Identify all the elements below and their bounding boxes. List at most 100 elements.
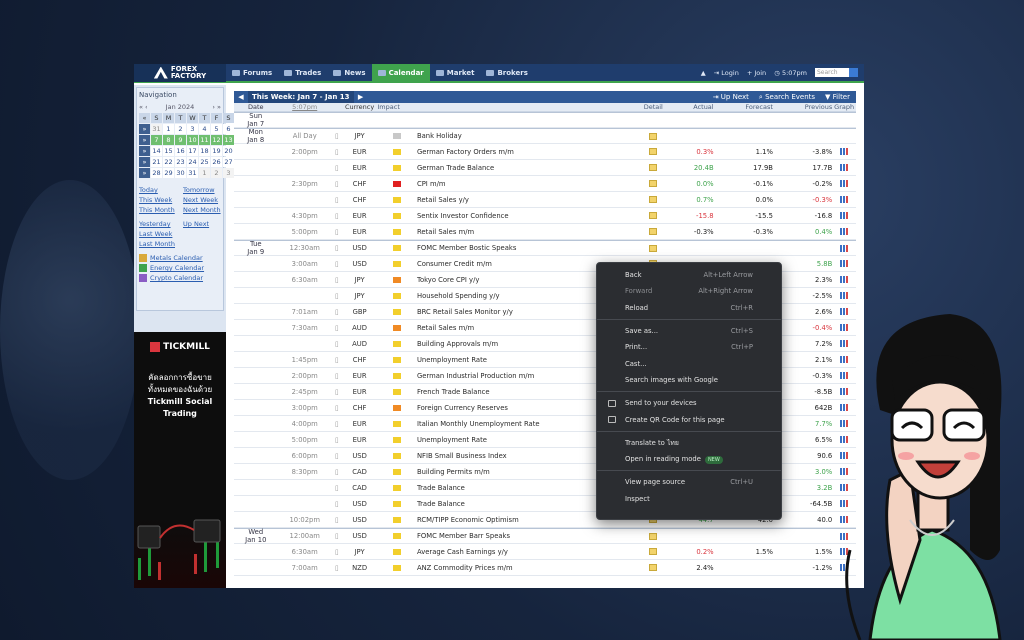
cell-event[interactable]: ANZ Commodity Prices m/m [417,564,639,572]
alarm-icon[interactable]: ▯ [332,356,342,364]
alarm-icon[interactable]: ▯ [332,228,342,236]
calendar-day[interactable]: 2 [211,168,222,178]
calendar-day[interactable]: 25 [199,157,210,167]
context-menu-item-inspect[interactable]: Inspect [597,491,781,507]
alarm-icon[interactable]: ▯ [332,260,342,268]
calendar-day[interactable]: 3 [187,124,198,134]
table-row[interactable]: 2:30pm ▯ CHF CPI m/m 0.0% -0.1% -0.2% [234,176,856,192]
filter-button[interactable]: ▼ Filter [825,93,850,102]
alarm-icon[interactable]: ▯ [332,420,342,428]
calendar-day[interactable]: 6 [223,124,234,134]
nav-item-calendar[interactable]: Calendar [371,64,430,82]
link-last-month[interactable]: Last Month [139,240,183,248]
notification-bell-icon[interactable]: ▲ [701,69,706,77]
join-link[interactable]: + Join [747,69,766,77]
link-tomorrow[interactable]: Tomorrow [183,186,231,194]
table-row[interactable]: 7:00am ▯ NZD ANZ Commodity Prices m/m 2.4% -1… [234,560,856,576]
calendar-day[interactable]: 29 [163,168,174,178]
link-this-week[interactable]: This Week [139,196,183,204]
graph-icon[interactable] [840,196,849,203]
nav-item-trades[interactable]: Trades [278,64,327,82]
detail-folder-icon[interactable] [649,132,658,140]
login-link[interactable]: ⇥ Login [714,69,739,77]
calendar-day[interactable]: 12 [211,135,222,145]
context-menu-item-cast[interactable]: Cast... [597,355,781,371]
calendar-day[interactable]: 2 [175,124,186,134]
calendar-day[interactable]: 14 [151,146,162,156]
calendar-day[interactable]: 13 [223,135,234,145]
detail-folder-icon[interactable] [649,548,658,555]
alarm-icon[interactable]: ▯ [332,212,342,220]
context-menu-item-save-as[interactable]: Save as... Ctrl+S [597,323,781,339]
table-row[interactable]: 2:00pm ▯ EUR German Factory Orders m/m 0.3% 1… [234,144,856,160]
link-today[interactable]: Today [139,186,183,194]
graph-icon[interactable] [840,228,849,235]
alarm-icon[interactable]: ▯ [332,404,342,412]
cell-event[interactable]: German Trade Balance [417,164,639,172]
cell-event[interactable]: Bank Holiday [417,132,639,140]
calendar-day[interactable]: 30 [175,168,186,178]
table-row[interactable]: Wed Jan 10 12:00am ▯ USD FOMC Member Barr Spe… [234,528,856,544]
table-row[interactable]: Mon Jan 8 All Day ▯ JPY Bank Holiday [234,128,856,144]
detail-folder-icon[interactable] [649,180,658,187]
link-this-month[interactable]: This Month [139,206,183,214]
calendar-day[interactable]: 17 [187,146,198,156]
week-select-button[interactable]: » [139,135,150,145]
alarm-icon[interactable]: ▯ [332,516,342,524]
alarm-icon[interactable]: ▯ [332,196,342,204]
week-select-button[interactable]: » [139,124,150,134]
detail-folder-icon[interactable] [649,164,658,171]
calendar-day[interactable]: 1 [199,168,210,178]
calendar-day[interactable]: 1 [163,124,174,134]
alarm-icon[interactable]: ▯ [332,276,342,284]
next-month-button[interactable]: › » [212,103,221,111]
calendar-day[interactable]: 9 [175,135,186,145]
nav-item-forums[interactable]: Forums [226,64,278,82]
graph-icon[interactable] [840,148,849,155]
alarm-icon[interactable]: ▯ [332,164,342,172]
link-next-week[interactable]: Next Week [183,196,231,204]
nav-item-news[interactable]: News [327,64,371,82]
link-yesterday[interactable]: Yesterday [139,220,183,228]
context-menu-item-reload[interactable]: Reload Ctrl+R [597,300,781,316]
alarm-icon[interactable]: ▯ [332,436,342,444]
link-last-week[interactable]: Last Week [139,230,183,238]
prev-week-button[interactable]: ◀ [234,93,248,101]
alarm-icon[interactable]: ▯ [332,548,342,556]
detail-folder-icon[interactable] [649,196,658,203]
week-select-button[interactable]: » [139,157,150,167]
alarm-icon[interactable]: ▯ [332,372,342,380]
week-select-button[interactable]: » [139,146,150,156]
calendar-day[interactable]: 26 [211,157,222,167]
calendar-day[interactable]: 4 [199,124,210,134]
graph-icon[interactable] [840,292,849,299]
link-crypto-calendar[interactable]: Crypto Calendar [139,274,221,282]
context-menu-item-view-page-source[interactable]: View page source Ctrl+U [597,474,781,490]
context-menu-item-translate-to[interactable]: Translate to ไทย [597,435,781,451]
graph-icon[interactable] [840,164,849,171]
calendar-day[interactable]: 27 [223,157,234,167]
table-row[interactable]: ▯ EUR German Trade Balance 20.4B 17.9B 17.7B [234,160,856,176]
cell-event[interactable]: Average Cash Earnings y/y [417,548,639,556]
alarm-icon[interactable]: ▯ [332,148,342,156]
detail-folder-icon[interactable] [649,228,658,235]
prev-month-button[interactable]: « ‹ [139,103,148,111]
graph-icon[interactable] [840,260,849,267]
detail-folder-icon[interactable] [649,532,658,540]
cell-event[interactable]: Retail Sales m/m [417,228,639,236]
context-menu-item-send-to-your-devices[interactable]: Send to your devices [597,395,781,411]
week-select-button[interactable]: » [139,168,150,178]
calendar-day[interactable]: 5 [211,124,222,134]
search-input[interactable]: Search [815,68,849,77]
context-menu-item-open-in-reading-mode[interactable]: Open in reading mode NEW [597,451,781,467]
alarm-icon[interactable]: ▯ [332,324,342,332]
calendar-day[interactable]: 19 [211,146,222,156]
cell-event[interactable]: Retail Sales y/y [417,196,639,204]
alarm-icon[interactable]: ▯ [332,132,342,140]
alarm-icon[interactable]: ▯ [332,244,342,252]
nav-item-market[interactable]: Market [430,64,481,82]
alarm-icon[interactable]: ▯ [332,308,342,316]
alarm-icon[interactable]: ▯ [332,340,342,348]
link-energy-calendar[interactable]: Energy Calendar [139,264,221,272]
calendar-day[interactable]: 7 [151,135,162,145]
